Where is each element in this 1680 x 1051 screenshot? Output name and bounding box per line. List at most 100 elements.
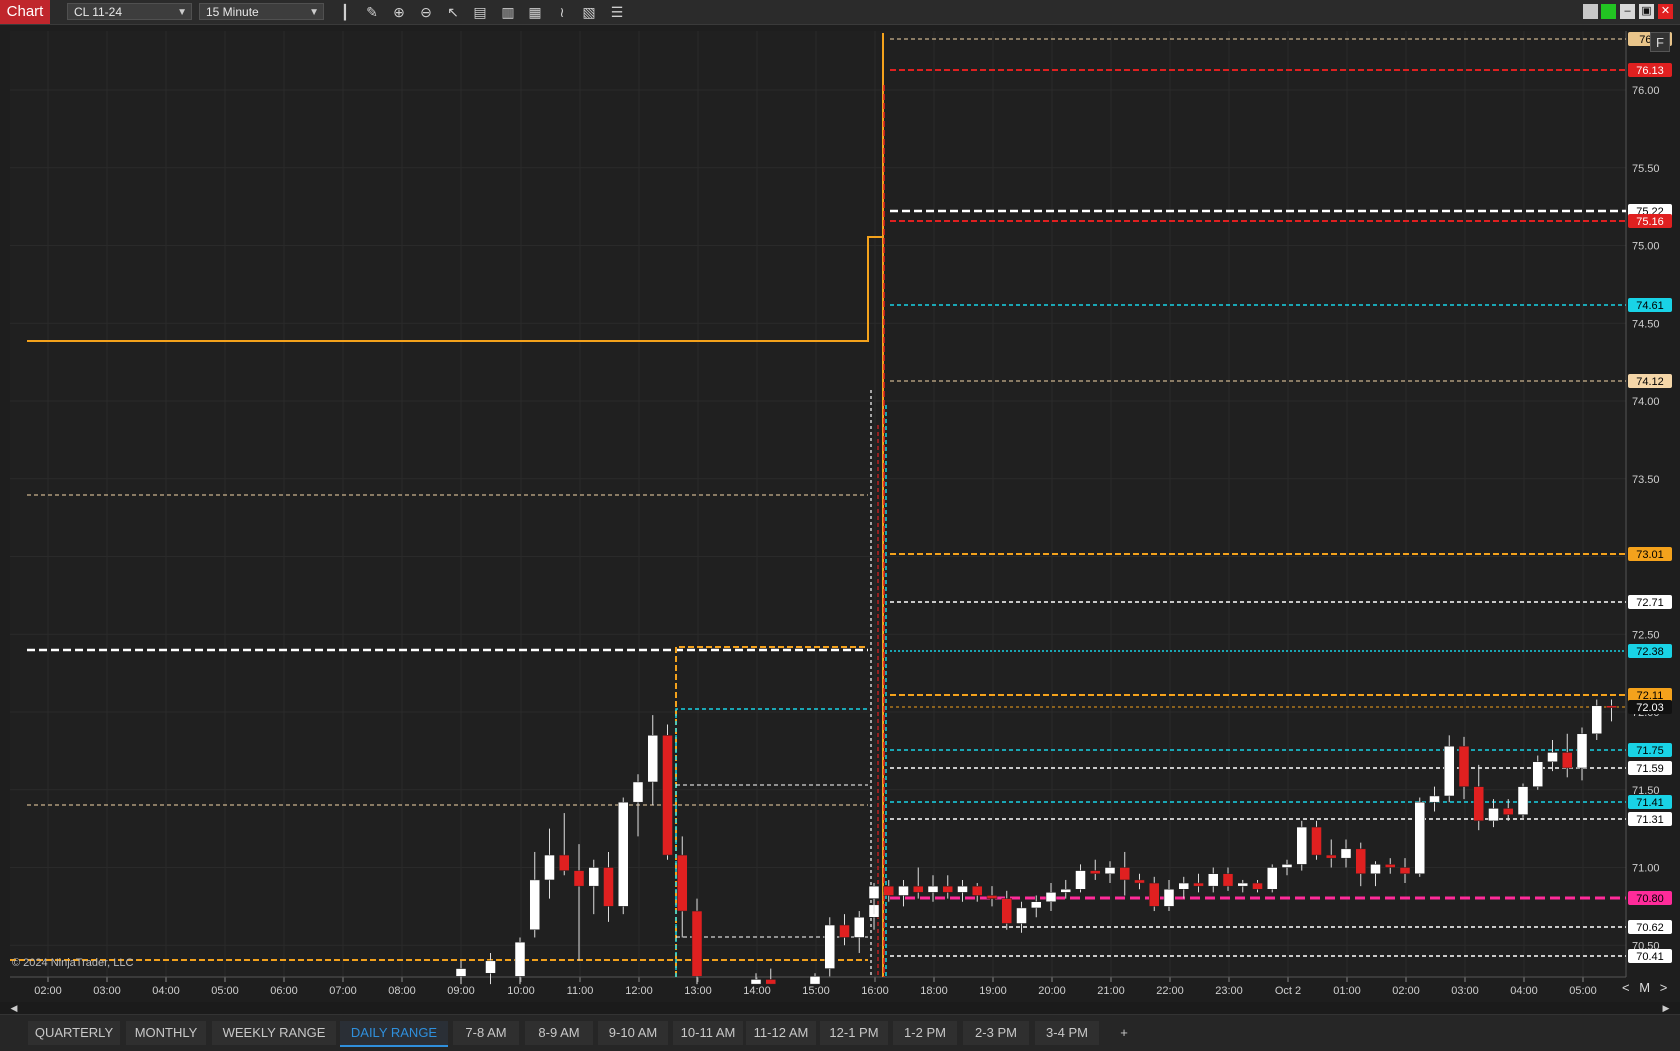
scroll-right-button[interactable]: > <box>1660 980 1668 995</box>
horizontal-scrollbar[interactable]: ◀ ▶ <box>0 1002 1680 1014</box>
indicators-icon[interactable]: ≀ <box>553 3 571 21</box>
app-tag[interactable]: Chart <box>0 0 50 24</box>
draw-tools-icon[interactable]: ✎ <box>363 3 381 21</box>
scroll-left-button[interactable]: < <box>1622 980 1630 995</box>
properties-icon[interactable]: ▦ <box>526 3 544 21</box>
price-tag-label: 75.16 <box>1636 216 1664 228</box>
interval-selector[interactable]: 15 Minute ▼ <box>199 3 324 20</box>
interval-value: 15 Minute <box>206 5 259 19</box>
x-tick-label: 04:00 <box>1510 985 1538 997</box>
minimize-icon[interactable]: – <box>1620 4 1635 19</box>
strategies-icon[interactable]: ▧ <box>580 3 598 21</box>
candle-body <box>1237 882 1248 887</box>
candle-body <box>1591 705 1602 735</box>
zoom-out-icon[interactable]: ⊖ <box>417 3 435 21</box>
scale-mode-button[interactable]: M <box>1639 980 1650 995</box>
scroll-left-icon[interactable]: ◀ <box>8 1002 20 1014</box>
candle-body <box>750 979 762 985</box>
candle-body <box>1340 848 1352 859</box>
candle-body <box>1252 882 1263 890</box>
x-tick-label: 16:00 <box>861 985 889 997</box>
x-tick-label: 05:00 <box>211 985 239 997</box>
tab-2-3-pm[interactable]: 2-3 PM <box>963 1021 1029 1045</box>
tab-10-11-am[interactable]: 10-11 AM <box>673 1021 743 1045</box>
candle-body <box>1119 867 1130 881</box>
price-tag-label: 72.38 <box>1636 646 1664 658</box>
candle-body <box>1562 752 1573 769</box>
tab-weekly-range[interactable]: WEEKLY RANGE <box>212 1021 336 1045</box>
x-tick-label: 03:00 <box>1451 985 1479 997</box>
price-tag-label: 71.31 <box>1636 814 1664 826</box>
price-tag-label: 73.01 <box>1636 549 1664 561</box>
candle-body <box>559 854 570 871</box>
candle-body <box>839 924 850 938</box>
tab-daily-range[interactable]: DAILY RANGE <box>340 1021 448 1047</box>
tab-quarterly[interactable]: QUARTERLY <box>28 1021 120 1045</box>
pointer-icon[interactable]: ↖ <box>444 3 462 21</box>
candle-body <box>1326 854 1337 859</box>
link-color-icon[interactable] <box>1601 4 1616 19</box>
x-tick-label: 12:00 <box>625 985 653 997</box>
candle-body <box>972 885 983 896</box>
price-tag-label: 74.12 <box>1636 376 1664 388</box>
y-tick-label: 71.50 <box>1632 785 1660 797</box>
add-tab-button[interactable]: + <box>1110 1021 1138 1045</box>
x-tick-label: 09:00 <box>447 985 475 997</box>
object-list-icon[interactable]: ☰ <box>608 3 626 21</box>
close-icon[interactable]: ✕ <box>1658 4 1673 19</box>
candle-body <box>1414 801 1425 874</box>
candle-body <box>1576 733 1588 769</box>
tab-9-10-am[interactable]: 9-10 AM <box>598 1021 668 1045</box>
candle-body <box>1104 867 1116 874</box>
x-tick-label: 21:00 <box>1097 985 1125 997</box>
x-tick-label: Oct 2 <box>1275 985 1301 997</box>
candle-body <box>898 885 909 896</box>
candle-body <box>455 968 467 977</box>
candle-body <box>1016 907 1027 924</box>
f-button[interactable]: F <box>1650 32 1670 52</box>
candle-body <box>1532 761 1543 787</box>
candle-body <box>1208 873 1219 887</box>
restore-icon[interactable]: ▣ <box>1639 4 1654 19</box>
tab-3-4-pm[interactable]: 3-4 PM <box>1035 1021 1099 1045</box>
candle-body <box>883 885 894 896</box>
tab-7-8-am[interactable]: 7-8 AM <box>453 1021 519 1045</box>
tab-12-1-pm[interactable]: 12-1 PM <box>820 1021 888 1045</box>
candle-body <box>1001 898 1012 924</box>
y-tick-label: 74.00 <box>1632 396 1660 408</box>
pin-icon[interactable] <box>1583 4 1598 19</box>
data-box-icon[interactable]: ▤ <box>471 3 489 21</box>
candle-body <box>647 735 658 783</box>
x-tick-label: 13:00 <box>684 985 712 997</box>
candle-body <box>1473 786 1484 822</box>
price-chart[interactable]: 02:00 03:00 04:00 05:00 06:00 07:00 08:00 09:00… <box>0 25 1680 1002</box>
instrument-value: CL 11-24 <box>74 5 123 19</box>
zoom-in-icon[interactable]: ⊕ <box>390 3 408 21</box>
bar-type-icon[interactable]: ┃ <box>336 3 354 21</box>
candle-body <box>1045 892 1057 902</box>
y-tick-label: 73.50 <box>1632 474 1660 486</box>
candle-body <box>1031 901 1042 909</box>
candle-body <box>677 854 688 912</box>
candle-body <box>1444 745 1455 797</box>
tab-8-9-am[interactable]: 8-9 AM <box>525 1021 593 1045</box>
x-tick-label: 01:00 <box>1333 985 1361 997</box>
x-tick-label: 07:00 <box>329 985 357 997</box>
tab-monthly[interactable]: MONTHLY <box>126 1021 206 1045</box>
price-tag-label: 72.71 <box>1636 597 1664 609</box>
x-tick-label: 22:00 <box>1156 985 1184 997</box>
price-tag-label: 70.62 <box>1636 922 1664 934</box>
candle-body <box>824 924 835 969</box>
instrument-selector[interactable]: CL 11-24 ▼ <box>67 3 192 20</box>
y-tick-label: 75.00 <box>1632 241 1660 253</box>
tab-1-2-pm[interactable]: 1-2 PM <box>893 1021 957 1045</box>
tab-11-12-am[interactable]: 11-12 AM <box>746 1021 816 1045</box>
candle-body <box>1267 867 1278 890</box>
candle-body <box>1296 826 1307 865</box>
candle-body <box>1134 879 1145 884</box>
x-tick-label: 06:00 <box>270 985 298 997</box>
scroll-right-icon[interactable]: ▶ <box>1660 1002 1672 1014</box>
y-tick-label: 75.50 <box>1632 163 1660 175</box>
chevron-down-icon: ▼ <box>177 7 187 18</box>
chart-trader-icon[interactable]: ▥ <box>499 3 517 21</box>
